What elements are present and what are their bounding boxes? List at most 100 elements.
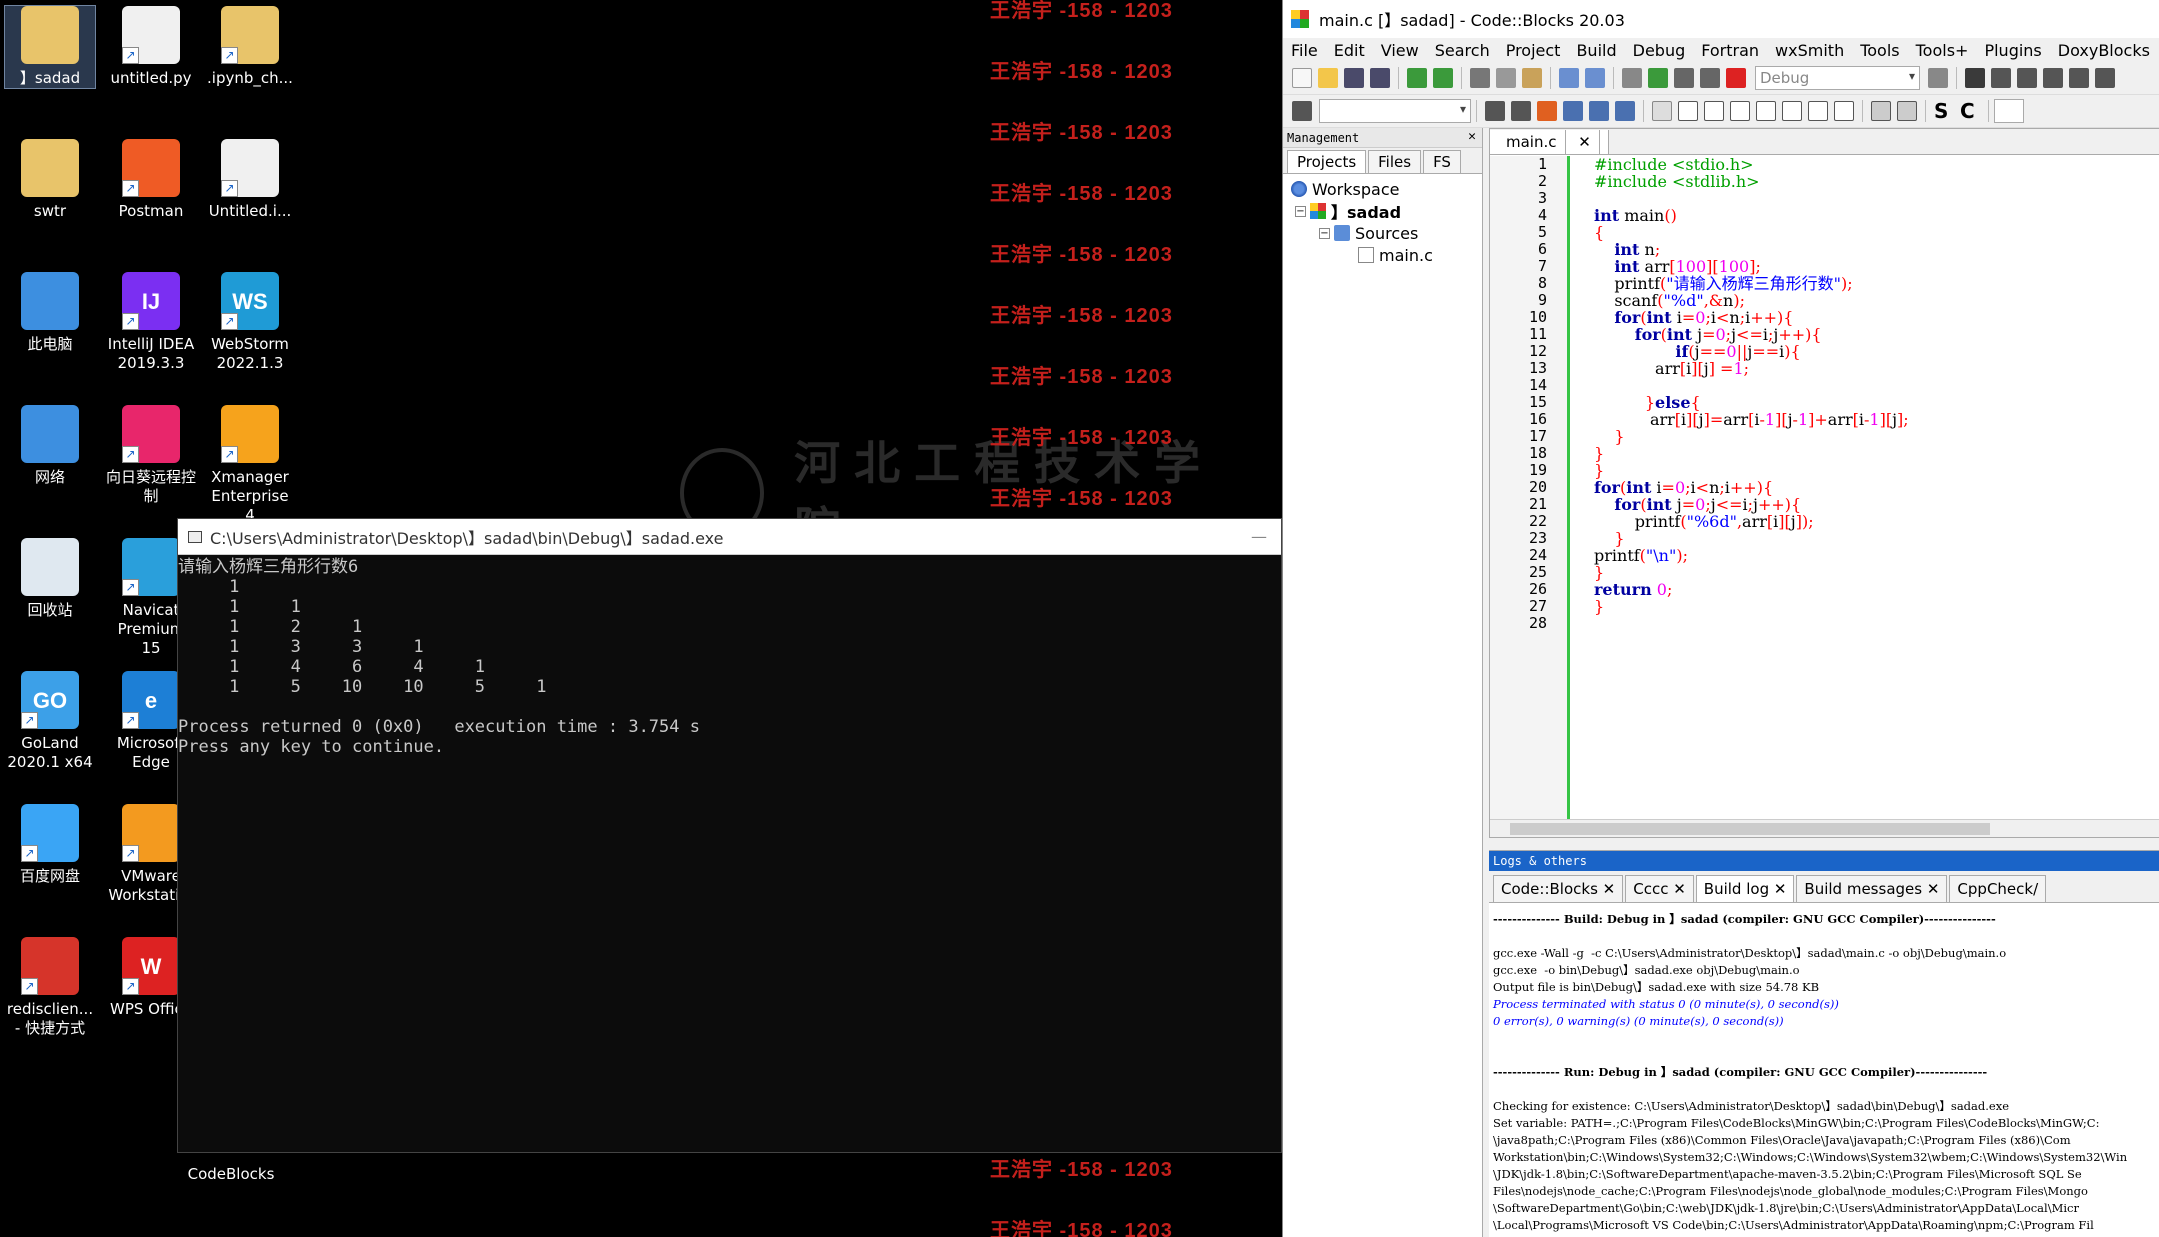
console-titlebar[interactable]: C:\Users\Administrator\Desktop\】sadad\bi… xyxy=(178,519,1281,555)
new-file-icon[interactable] xyxy=(1292,68,1312,88)
undo-icon[interactable] xyxy=(1407,68,1427,88)
tree-project[interactable]: − 】sadad xyxy=(1283,200,1482,222)
desktop-icon-10[interactable]: ↗ 向日葵远程控制 xyxy=(106,405,196,506)
paste-icon[interactable] xyxy=(1522,68,1542,88)
next-instruction-icon[interactable] xyxy=(2095,68,2115,88)
tree-sources[interactable]: − Sources xyxy=(1283,222,1482,244)
build-settings-icon[interactable] xyxy=(1622,68,1642,88)
regex-icon[interactable] xyxy=(1615,101,1635,121)
desktop-icon-3[interactable]: swtr xyxy=(5,139,95,221)
desktop-icon-2[interactable]: ↗ .ipynb_ch... xyxy=(205,6,295,88)
desktop-icon-6[interactable]: 此电脑 xyxy=(5,272,95,354)
s-icon[interactable]: S xyxy=(1934,101,1954,121)
clear-icon[interactable] xyxy=(1292,101,1312,121)
c-icon[interactable]: C xyxy=(1960,101,1980,121)
menu-debug[interactable]: Debug xyxy=(1625,41,1694,60)
menu-wxsmith[interactable]: wxSmith xyxy=(1767,41,1852,60)
menu-build[interactable]: Build xyxy=(1568,41,1624,60)
minimize-icon[interactable]: — xyxy=(1251,527,1267,546)
codeblocks-titlebar[interactable]: main.c [】sadad] - Code::Blocks 20.03 xyxy=(1283,0,2159,38)
decision-icon[interactable] xyxy=(1704,101,1724,121)
select-icon[interactable] xyxy=(1563,101,1583,121)
step-into-icon[interactable] xyxy=(2043,68,2063,88)
tab-projects[interactable]: Projects xyxy=(1287,150,1367,173)
desktop-icon-8[interactable]: WS ↗ WebStorm 2022.1.3 xyxy=(205,272,295,373)
desktop-icon-15[interactable]: GO ↗ GoLand 2020.1 x64 xyxy=(5,671,95,772)
log-tab-3[interactable]: Build messages ✕ xyxy=(1796,875,1948,902)
desktop-icon-21[interactable]: ↗ redisclien... - 快捷方式 xyxy=(5,937,95,1038)
desktop-icon-5[interactable]: ↗ Untitled.i... xyxy=(205,139,295,221)
debug-start-icon[interactable] xyxy=(1965,68,1985,88)
close-icon[interactable]: ✕ xyxy=(1468,129,1476,144)
menu-tools-[interactable]: Tools+ xyxy=(1908,41,1977,60)
save-all-icon[interactable] xyxy=(1370,68,1390,88)
next-line-icon[interactable] xyxy=(2017,68,2037,88)
menu-tools[interactable]: Tools xyxy=(1852,41,1907,60)
desktop-icon-7[interactable]: IJ ↗ IntelliJ IDEA 2019.3.3 xyxy=(106,272,196,373)
build-run-icon[interactable] xyxy=(1674,68,1694,88)
code-text[interactable]: #include <stdio.h> #include <stdlib.h> i… xyxy=(1594,156,2159,819)
editor-tab-main-c[interactable]: main.c ✕ xyxy=(1490,129,1609,154)
build-target-select[interactable]: Debug ▾ xyxy=(1755,66,1920,90)
horizontal-scrollbar[interactable] xyxy=(1490,819,2159,837)
zoom-in-icon[interactable] xyxy=(1871,101,1891,121)
block-icon[interactable] xyxy=(1678,101,1698,121)
collapse-icon[interactable]: − xyxy=(1319,227,1330,239)
pointer-icon[interactable] xyxy=(1652,101,1672,121)
menu-fortran[interactable]: Fortran xyxy=(1693,41,1767,60)
menu-project[interactable]: Project xyxy=(1498,41,1569,60)
open-icon[interactable] xyxy=(1318,68,1338,88)
menu-doxyblocks[interactable]: DoxyBlocks xyxy=(2050,41,2158,60)
menu-edit[interactable]: Edit xyxy=(1326,41,1373,60)
target-options-icon[interactable] xyxy=(1928,68,1948,88)
desktop-icon-9[interactable]: 网络 xyxy=(5,405,95,487)
desktop-icon-24[interactable]: CodeBlocks xyxy=(186,1165,276,1184)
scroll-thumb[interactable] xyxy=(1510,823,1990,835)
tab-fs[interactable]: FS xyxy=(1423,150,1461,173)
find-icon[interactable] xyxy=(1559,68,1579,88)
back-icon[interactable] xyxy=(1485,101,1505,121)
copy-icon[interactable] xyxy=(1496,68,1516,88)
code-editor[interactable]: main.c ✕ 1 2 3 4 5 6 7 8 9 10 11 12 13 1… xyxy=(1489,128,2159,838)
console-window[interactable]: C:\Users\Administrator\Desktop\】sadad\bi… xyxy=(177,518,1282,1153)
replace-icon[interactable] xyxy=(1585,68,1605,88)
tab-files[interactable]: Files xyxy=(1368,150,1422,173)
log-tab-1[interactable]: Cccc ✕ xyxy=(1625,875,1694,902)
case-icon[interactable] xyxy=(1756,101,1776,121)
close-icon[interactable]: ✕ xyxy=(1570,129,1600,154)
menu-file[interactable]: File xyxy=(1283,41,1326,60)
rebuild-icon[interactable] xyxy=(1700,68,1720,88)
symbol-select[interactable]: ▾ xyxy=(1319,99,1471,123)
desktop-icon-4[interactable]: ↗ Postman xyxy=(106,139,196,221)
forward-icon[interactable] xyxy=(1511,101,1531,121)
cut-icon[interactable] xyxy=(1470,68,1490,88)
break-icon[interactable] xyxy=(1782,101,1802,121)
desktop-icon-0[interactable]: 】sadad xyxy=(4,5,96,89)
tree-file[interactable]: main.c xyxy=(1283,244,1482,266)
step-out-icon[interactable] xyxy=(2069,68,2089,88)
match-case-icon[interactable] xyxy=(1589,101,1609,121)
continue-icon[interactable] xyxy=(1808,101,1828,121)
log-tab-2[interactable]: Build log ✕ xyxy=(1695,875,1795,902)
menu-view[interactable]: View xyxy=(1373,41,1427,60)
desktop-icon-18[interactable]: ↗ 百度网盘 xyxy=(5,804,95,886)
log-tab-0[interactable]: Code::Blocks ✕ xyxy=(1493,875,1624,902)
extra-input[interactable] xyxy=(1994,99,2024,123)
abort-icon[interactable] xyxy=(1726,68,1746,88)
menu-plugins[interactable]: Plugins xyxy=(1976,41,2049,60)
redo-icon[interactable] xyxy=(1433,68,1453,88)
loop-icon[interactable] xyxy=(1730,101,1750,121)
highlight-icon[interactable] xyxy=(1537,101,1557,121)
tree-workspace[interactable]: Workspace xyxy=(1283,178,1482,200)
run-icon[interactable] xyxy=(1648,68,1668,88)
save-icon[interactable] xyxy=(1344,68,1364,88)
menu-search[interactable]: Search xyxy=(1427,41,1498,60)
desktop-icon-12[interactable]: 回收站 xyxy=(5,538,95,620)
run-to-cursor-icon[interactable] xyxy=(1991,68,2011,88)
collapse-icon[interactable]: − xyxy=(1295,205,1306,217)
desktop-icon-11[interactable]: ↗ Xmanager Enterprise 4 xyxy=(205,405,295,525)
return-icon[interactable] xyxy=(1834,101,1854,121)
log-tab-4[interactable]: CppCheck/ xyxy=(1949,875,2047,902)
zoom-out-icon[interactable] xyxy=(1897,101,1917,121)
desktop-icon-1[interactable]: ↗ untitled.py xyxy=(106,6,196,88)
